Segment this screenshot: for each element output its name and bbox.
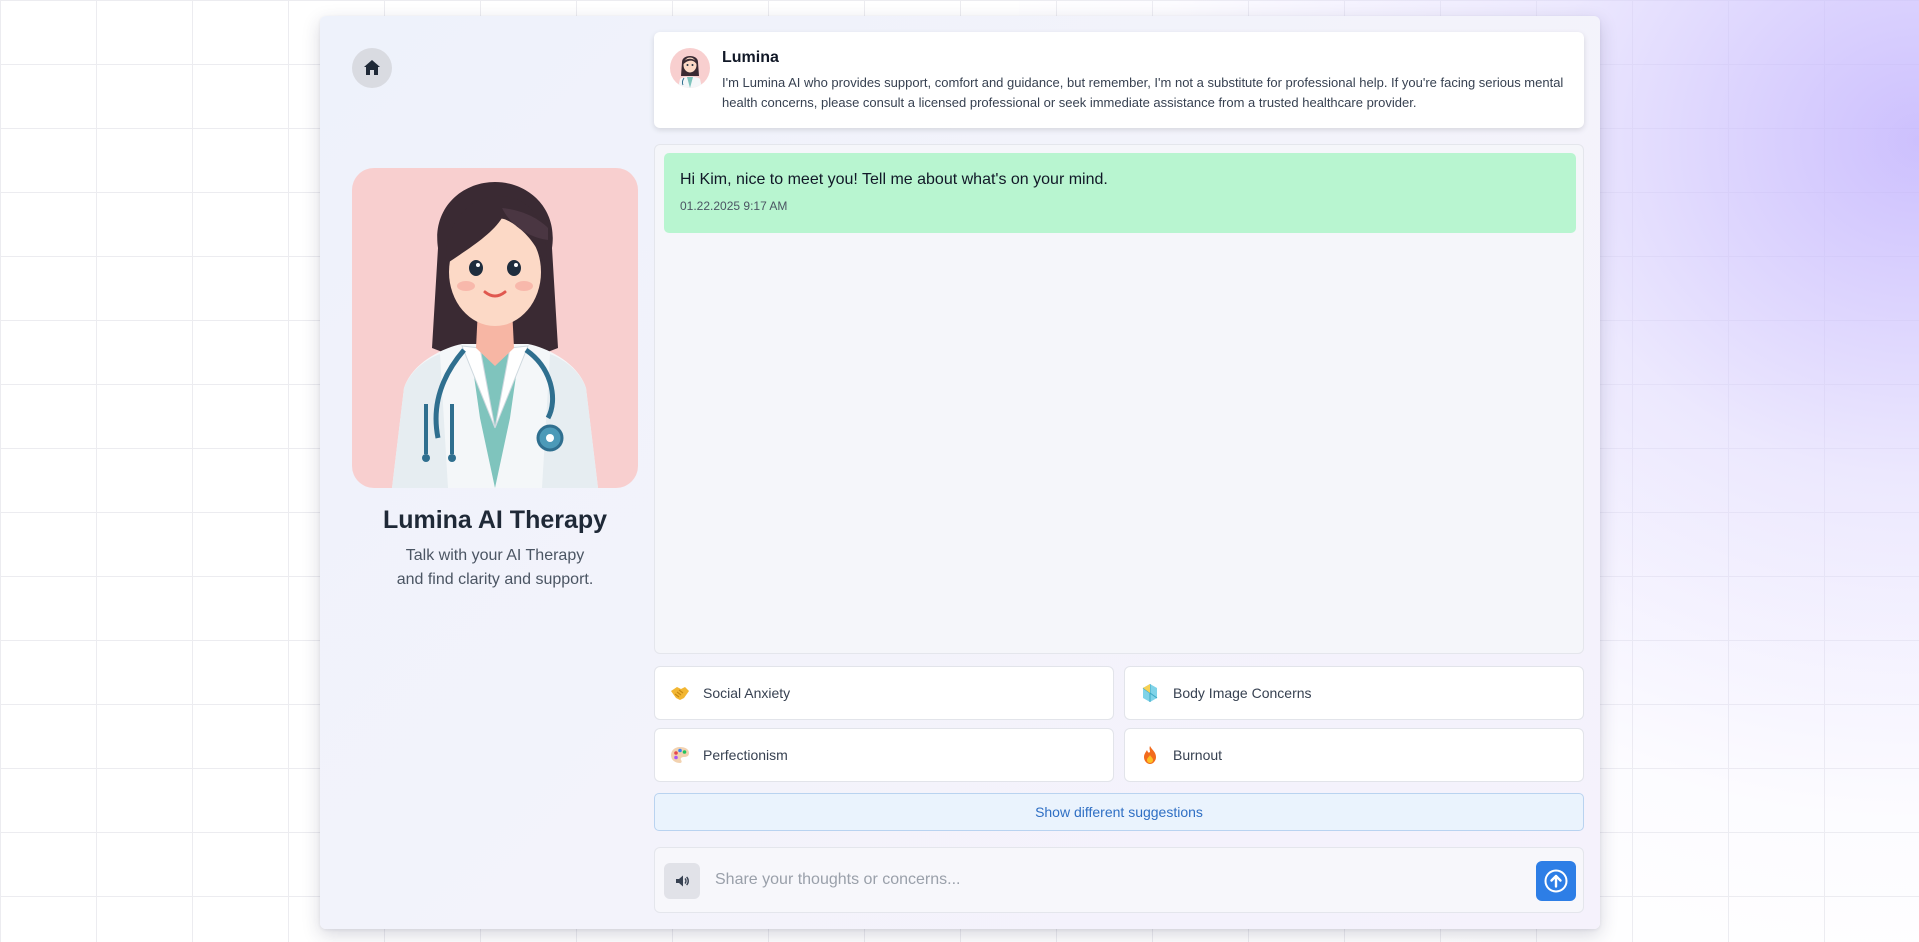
- assistant-message: Hi Kim, nice to meet you! Tell me about …: [664, 153, 1576, 233]
- speaker-icon: [676, 875, 689, 887]
- suggestion-burnout[interactable]: Burnout: [1124, 728, 1584, 782]
- home-button[interactable]: [352, 48, 392, 88]
- assistant-name: Lumina: [722, 49, 779, 66]
- voice-toggle-button[interactable]: [664, 863, 700, 899]
- send-button[interactable]: [1536, 861, 1576, 901]
- message-composer: [654, 847, 1584, 913]
- suggestion-body-image[interactable]: Body Image Concerns: [1124, 666, 1584, 720]
- therapist-avatar: [352, 168, 638, 488]
- suggestion-social-anxiety[interactable]: Social Anxiety: [654, 666, 1114, 720]
- app-subtitle-line-1: Talk with your AI Therapy: [405, 547, 585, 564]
- fire-icon: [1139, 744, 1161, 766]
- message-timestamp: 01.22.2025 9:17 AM: [680, 199, 788, 213]
- suggestion-label: Body Image Concerns: [1173, 685, 1312, 701]
- suggestion-label: Social Anxiety: [703, 685, 791, 701]
- chat-panel: Hi Kim, nice to meet you! Tell me about …: [654, 144, 1584, 654]
- suggestion-label: Burnout: [1173, 747, 1223, 763]
- app-window: Lumina AI Therapy Talk with your AI Ther…: [320, 16, 1600, 929]
- suggestion-label: Perfectionism: [703, 747, 788, 763]
- app-title: Lumina AI Therapy: [382, 506, 608, 534]
- app-subtitle-line-2: and find clarity and support.: [396, 571, 594, 588]
- assistant-disclaimer: I'm Lumina AI who provides support, comf…: [722, 75, 1564, 110]
- palette-icon: [669, 744, 691, 766]
- send-arrow-icon: [1544, 869, 1568, 893]
- handshake-icon: [669, 682, 691, 704]
- assistant-info-card: Lumina I'm Lumina AI who provides suppor…: [654, 32, 1584, 128]
- home-icon: [364, 60, 380, 75]
- assistant-avatar: [670, 48, 710, 88]
- suggestion-perfectionism[interactable]: Perfectionism: [654, 728, 1114, 782]
- crystal-icon: [1139, 682, 1161, 704]
- app-subtitle: Talk with your AI Therapy and find clari…: [352, 544, 638, 592]
- message-input[interactable]: [715, 862, 1495, 898]
- message-text: Hi Kim, nice to meet you! Tell me about …: [680, 171, 1108, 188]
- show-different-suggestions-button[interactable]: Show different suggestions: [654, 793, 1584, 831]
